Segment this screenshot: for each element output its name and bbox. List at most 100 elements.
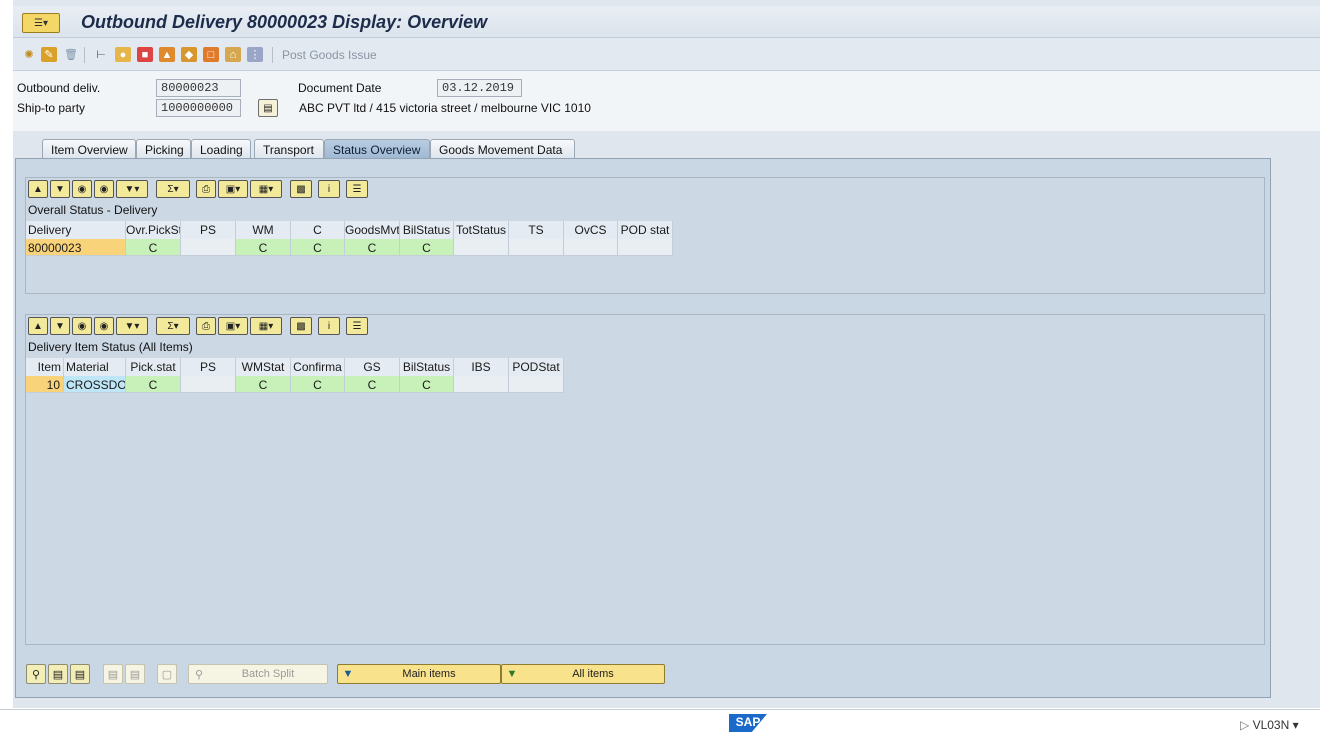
partner-icon[interactable]: ● bbox=[115, 47, 131, 62]
tab-status-overview[interactable]: Status Overview bbox=[324, 139, 430, 159]
item-details-icon[interactable]: ⚲ bbox=[26, 664, 46, 684]
find-next-icon[interactable]: ◉ bbox=[94, 317, 114, 335]
column-header[interactable]: Material bbox=[64, 358, 126, 376]
table-cell[interactable] bbox=[618, 239, 673, 256]
details-icon[interactable]: ☰ bbox=[346, 180, 368, 198]
table-cell[interactable]: 80000023 bbox=[26, 239, 126, 256]
column-header[interactable]: OvCS bbox=[564, 221, 618, 239]
column-header[interactable]: C bbox=[291, 221, 345, 239]
print-icon[interactable]: ⎙ bbox=[196, 180, 216, 198]
tab-item-overview[interactable]: Item Overview bbox=[42, 139, 136, 159]
table-cell[interactable] bbox=[181, 239, 236, 256]
column-header[interactable]: BilStatus bbox=[400, 358, 454, 376]
info-icon[interactable]: i bbox=[318, 180, 340, 198]
column-header[interactable]: Confirma bbox=[291, 358, 345, 376]
table-cell[interactable] bbox=[454, 239, 509, 256]
column-header[interactable]: IBS bbox=[454, 358, 509, 376]
sort-descending-icon[interactable]: ▼ bbox=[50, 317, 70, 335]
find-icon[interactable]: ◉ bbox=[72, 317, 92, 335]
table-cell[interactable]: C bbox=[236, 376, 291, 393]
info-icon[interactable]: i bbox=[318, 317, 340, 335]
column-header[interactable]: Item bbox=[26, 358, 64, 376]
find-icon[interactable]: ◉ bbox=[72, 180, 92, 198]
outbound-deliv-field[interactable]: 80000023 bbox=[156, 79, 241, 97]
column-header[interactable]: Delivery bbox=[26, 221, 126, 239]
other-delivery-icon[interactable]: ✺ bbox=[21, 47, 37, 62]
filter-icon[interactable]: ▼▾ bbox=[116, 180, 148, 198]
tab-transport[interactable]: Transport bbox=[254, 139, 324, 159]
table-cell[interactable]: 10 bbox=[26, 376, 64, 393]
table-cell[interactable] bbox=[509, 376, 564, 393]
status-icon[interactable]: ■ bbox=[137, 47, 153, 62]
table-cell[interactable]: C bbox=[126, 376, 181, 393]
column-header[interactable]: TS bbox=[509, 221, 564, 239]
transaction-code[interactable]: ▷ VL03N ▾ bbox=[1240, 718, 1299, 732]
table-cell[interactable]: C bbox=[345, 376, 400, 393]
column-header[interactable]: BilStatus bbox=[400, 221, 454, 239]
table-cell[interactable]: C bbox=[345, 239, 400, 256]
ship-to-party-field[interactable]: 1000000000 bbox=[156, 99, 241, 117]
delete-icon[interactable]: 🗑 bbox=[63, 47, 79, 62]
all-items-button[interactable]: ▼ All items bbox=[501, 664, 665, 684]
table-icon[interactable]: ⋮ bbox=[247, 47, 263, 62]
table-cell[interactable]: C bbox=[236, 239, 291, 256]
table-cell[interactable] bbox=[454, 376, 509, 393]
export-icon[interactable]: ▦▾ bbox=[250, 180, 282, 198]
export-icon[interactable]: ▦▾ bbox=[250, 317, 282, 335]
find-next-icon[interactable]: ◉ bbox=[94, 180, 114, 198]
menu-button[interactable]: ☰▾ bbox=[22, 13, 60, 33]
column-header[interactable]: POD stat bbox=[618, 221, 673, 239]
post-goods-issue-button[interactable]: Post Goods Issue bbox=[282, 48, 377, 62]
sum-icon[interactable]: Σ▾ bbox=[156, 180, 190, 198]
table-cell[interactable] bbox=[564, 239, 618, 256]
column-header[interactable]: Pick.stat bbox=[126, 358, 181, 376]
tab-goods-movement-data[interactable]: Goods Movement Data bbox=[430, 139, 575, 159]
column-header[interactable]: GS bbox=[345, 358, 400, 376]
tab-loading[interactable]: Loading bbox=[191, 139, 251, 159]
insert-row-icon[interactable]: ▤ bbox=[103, 664, 123, 684]
table-cell[interactable]: C bbox=[400, 239, 454, 256]
layout-icon[interactable]: ▩ bbox=[290, 180, 312, 198]
main-items-button[interactable]: ▼ Main items bbox=[337, 664, 501, 684]
picking-icon[interactable]: ▲ bbox=[159, 47, 175, 62]
table-cell[interactable]: C bbox=[400, 376, 454, 393]
batch-split-button[interactable]: ⚲ Batch Split bbox=[188, 664, 328, 684]
packing-icon[interactable]: ◆ bbox=[181, 47, 197, 62]
copy-icon[interactable]: ▢ bbox=[157, 664, 177, 684]
view-icon[interactable]: ▣▾ bbox=[218, 317, 248, 335]
address-icon: ▤ bbox=[263, 102, 273, 114]
table-cell[interactable] bbox=[509, 239, 564, 256]
table-cell[interactable]: C bbox=[291, 239, 345, 256]
column-header[interactable]: WM bbox=[236, 221, 291, 239]
details-icon[interactable]: ☰ bbox=[346, 317, 368, 335]
warehouse-icon[interactable]: ⌂ bbox=[225, 47, 241, 62]
column-header[interactable]: WMStat bbox=[236, 358, 291, 376]
document-date-field[interactable]: 03.12.2019 bbox=[437, 79, 522, 97]
column-header[interactable]: PS bbox=[181, 358, 236, 376]
address-button[interactable]: ▤ bbox=[258, 99, 278, 117]
column-header[interactable]: TotStatus bbox=[454, 221, 509, 239]
sort-descending-icon[interactable]: ▼ bbox=[50, 180, 70, 198]
filter-icon[interactable]: ▼▾ bbox=[116, 317, 148, 335]
column-header[interactable]: Ovr.PickSt bbox=[126, 221, 181, 239]
delete-row-icon[interactable]: ▤ bbox=[125, 664, 145, 684]
table-cell[interactable]: C bbox=[291, 376, 345, 393]
print-icon[interactable]: ⎙ bbox=[196, 317, 216, 335]
sort-ascending-icon[interactable]: ▲ bbox=[28, 317, 48, 335]
select-all-icon[interactable]: ▤ bbox=[48, 664, 68, 684]
view-icon[interactable]: ▣▾ bbox=[218, 180, 248, 198]
display-change-icon[interactable]: ✎ bbox=[41, 47, 57, 62]
sort-ascending-icon[interactable]: ▲ bbox=[28, 180, 48, 198]
tab-picking[interactable]: Picking bbox=[136, 139, 191, 159]
table-cell[interactable] bbox=[181, 376, 236, 393]
transport-icon[interactable]: □ bbox=[203, 47, 219, 62]
column-header[interactable]: GoodsMvt bbox=[345, 221, 400, 239]
sum-icon[interactable]: Σ▾ bbox=[156, 317, 190, 335]
document-flow-icon[interactable]: ⊢ bbox=[93, 47, 109, 62]
table-cell[interactable]: CROSSDO bbox=[64, 376, 126, 393]
layout-icon[interactable]: ▩ bbox=[290, 317, 312, 335]
table-cell[interactable]: C bbox=[126, 239, 181, 256]
column-header[interactable]: PODStat bbox=[509, 358, 564, 376]
deselect-all-icon[interactable]: ▤ bbox=[70, 664, 90, 684]
column-header[interactable]: PS bbox=[181, 221, 236, 239]
